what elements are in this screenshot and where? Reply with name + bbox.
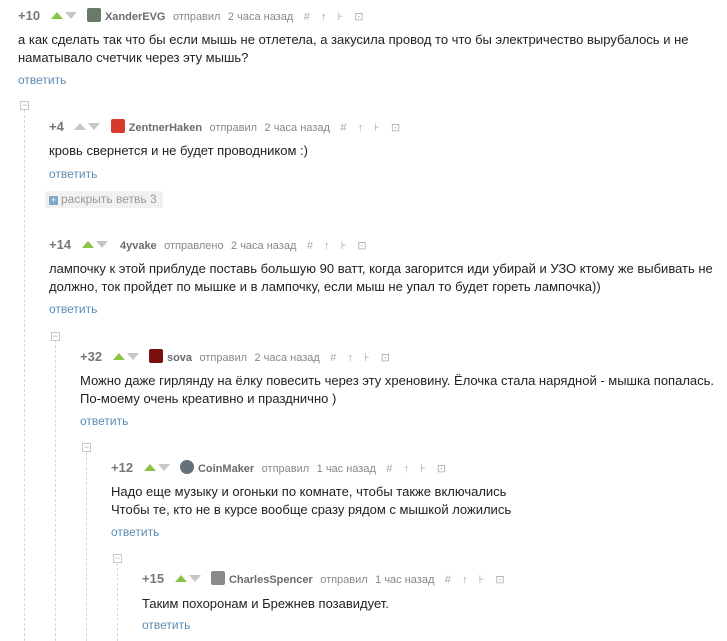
downvote-icon[interactable]	[188, 575, 201, 582]
reply-link[interactable]: ответить	[142, 618, 190, 632]
comment-action: отправил	[172, 11, 221, 23]
comment-rating: +32	[80, 349, 103, 364]
comment-tools-icons[interactable]: # ↑ ⊦ ⊡	[340, 122, 404, 134]
comment-header: +10 XanderEVG отправил 2 часа назад # ↑ …	[18, 7, 367, 25]
upvote-icon[interactable]	[81, 241, 94, 248]
reply-link[interactable]: ответить	[49, 302, 97, 316]
downvote-icon[interactable]	[88, 123, 101, 130]
comment-tools-icons[interactable]: # ↑ ⊦ ⊡	[304, 11, 368, 23]
upvote-icon[interactable]	[74, 123, 87, 130]
comment-time[interactable]: 2 часа назад	[265, 122, 330, 134]
comment-header: +12 CoinMaker отправил 1 час назад # ↑ ⊦…	[111, 459, 450, 477]
thread-line	[86, 452, 87, 641]
reply-link[interactable]: ответить	[49, 167, 97, 181]
expand-branch-button[interactable]: + раскрыть ветвь 3	[45, 191, 163, 208]
upvote-icon[interactable]	[174, 575, 187, 582]
collapse-toggle[interactable]: −	[113, 554, 122, 563]
upvote-icon[interactable]	[112, 353, 125, 360]
comment-time[interactable]: 1 час назад	[375, 574, 434, 586]
reply-link[interactable]: ответить	[111, 525, 159, 539]
comment-rating: +12	[111, 460, 134, 475]
downvote-icon[interactable]	[64, 12, 77, 19]
comment-text: Можно даже гирлянду на ёлку повесить чер…	[80, 373, 715, 406]
thread-line	[117, 563, 118, 641]
comment-text: кровь свернется и не будет проводником :…	[49, 143, 308, 158]
comment-action: отправил	[199, 352, 248, 364]
comment-action: отправлено	[164, 240, 224, 252]
comment-header: +14 4yvake отправлено 2 часа назад # ↑ ⊦…	[49, 236, 371, 254]
comment-tools-icons[interactable]: # ↑ ⊦ ⊡	[386, 463, 450, 475]
star-avatar[interactable]	[110, 119, 125, 133]
comment-text-line: Чтобы те, кто не в курсе вообще сразу ря…	[111, 502, 512, 517]
downvote-icon[interactable]	[157, 464, 170, 471]
avatar[interactable]	[86, 8, 101, 22]
downvote-icon[interactable]	[126, 353, 139, 360]
comment-tools-icons[interactable]: # ↑ ⊦ ⊡	[445, 574, 509, 586]
collapse-toggle[interactable]: −	[51, 332, 60, 341]
comment-rating: +14	[49, 237, 72, 252]
username[interactable]: sova	[167, 352, 192, 364]
comment-time[interactable]: 2 часа назад	[228, 11, 293, 23]
comment-text: а как сделать так что бы если мышь не от…	[18, 32, 689, 65]
expand-icon: +	[49, 195, 58, 205]
comment-action: отправил	[320, 574, 368, 586]
username[interactable]: 4yvake	[120, 240, 157, 252]
comment-tools-icons[interactable]: # ↑ ⊦ ⊡	[330, 352, 394, 364]
comment-rating: +15	[142, 571, 165, 586]
avatar[interactable]	[148, 349, 163, 363]
upvote-icon[interactable]	[50, 12, 63, 19]
comment-action: отправил	[261, 463, 310, 475]
expand-branch-label: раскрыть ветвь 3	[61, 192, 157, 206]
comment-header: +32 sova отправил 2 часа назад # ↑ ⊦ ⊡	[80, 348, 394, 366]
comment-action: отправил	[209, 122, 258, 134]
comment-time[interactable]: 2 часа назад	[254, 352, 319, 364]
username[interactable]: CharlesSpencer	[229, 574, 313, 586]
username[interactable]: ZentnerHaken	[129, 122, 202, 134]
thread-line	[55, 340, 56, 641]
username[interactable]: XanderEVG	[105, 11, 166, 23]
downvote-icon[interactable]	[95, 241, 108, 248]
comment-tools-icons[interactable]: # ↑ ⊦ ⊡	[307, 240, 371, 252]
avatar[interactable]	[179, 460, 194, 474]
upvote-icon[interactable]	[143, 464, 156, 471]
comment-time[interactable]: 1 час назад	[317, 463, 376, 475]
collapse-toggle[interactable]: −	[82, 443, 91, 452]
comment-text: Таким похоронам и Брежнев позавидует.	[142, 596, 389, 611]
comment-header: +4 ZentnerHaken отправил 2 часа назад # …	[49, 118, 404, 136]
reply-link[interactable]: ответить	[18, 73, 66, 87]
username[interactable]: CoinMaker	[198, 463, 254, 475]
reply-link[interactable]: ответить	[80, 414, 128, 428]
comment-text: лампочку к этой приблуде поставь большую…	[49, 261, 713, 294]
comment-text-line: Надо еще музыку и огоньки по комнате, чт…	[111, 484, 507, 499]
comment-time[interactable]: 2 часа назад	[231, 240, 296, 252]
comment-header: +15 CharlesSpencer отправил 1 час назад …	[142, 570, 509, 588]
avatar[interactable]	[210, 571, 225, 585]
comment-rating: +10	[18, 8, 41, 23]
collapse-toggle[interactable]: −	[20, 101, 29, 110]
thread-line	[24, 110, 25, 641]
comment-rating: +4	[49, 119, 64, 134]
